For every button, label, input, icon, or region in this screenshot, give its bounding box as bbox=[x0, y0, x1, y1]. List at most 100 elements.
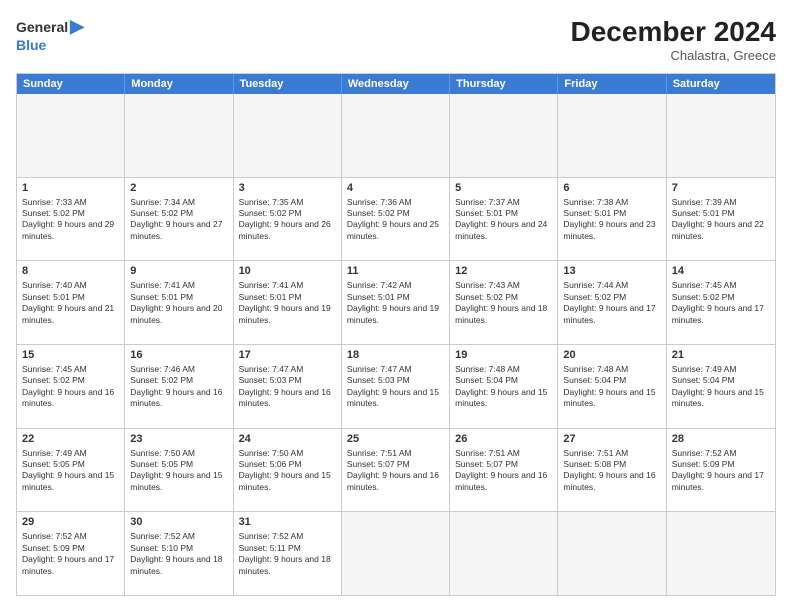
day-info: Sunrise: 7:50 AMSunset: 5:05 PMDaylight:… bbox=[130, 448, 227, 494]
cal-cell-0-6 bbox=[667, 94, 775, 177]
cal-cell-1-3: 4Sunrise: 7:36 AMSunset: 5:02 PMDaylight… bbox=[342, 178, 450, 261]
day-info: Sunrise: 7:35 AMSunset: 5:02 PMDaylight:… bbox=[239, 197, 336, 243]
cal-cell-3-5: 20Sunrise: 7:48 AMSunset: 5:04 PMDayligh… bbox=[558, 345, 666, 428]
day-number: 6 bbox=[563, 181, 660, 196]
logo-blue: Blue bbox=[16, 37, 84, 53]
subtitle: Chalastra, Greece bbox=[571, 48, 776, 63]
day-number: 15 bbox=[22, 348, 119, 363]
day-number: 24 bbox=[239, 432, 336, 447]
title-section: December 2024 Chalastra, Greece bbox=[571, 16, 776, 63]
day-info: Sunrise: 7:45 AMSunset: 5:02 PMDaylight:… bbox=[22, 364, 119, 410]
day-number: 21 bbox=[672, 348, 770, 363]
day-number: 7 bbox=[672, 181, 770, 196]
cal-cell-4-2: 24Sunrise: 7:50 AMSunset: 5:06 PMDayligh… bbox=[234, 429, 342, 512]
cal-cell-0-0 bbox=[17, 94, 125, 177]
day-info: Sunrise: 7:48 AMSunset: 5:04 PMDaylight:… bbox=[563, 364, 660, 410]
cal-cell-1-0: 1Sunrise: 7:33 AMSunset: 5:02 PMDaylight… bbox=[17, 178, 125, 261]
day-number: 2 bbox=[130, 181, 227, 196]
cal-cell-1-4: 5Sunrise: 7:37 AMSunset: 5:01 PMDaylight… bbox=[450, 178, 558, 261]
cal-cell-4-0: 22Sunrise: 7:49 AMSunset: 5:05 PMDayligh… bbox=[17, 429, 125, 512]
cal-cell-5-3 bbox=[342, 512, 450, 595]
calendar-header: Sunday Monday Tuesday Wednesday Thursday… bbox=[17, 74, 775, 94]
day-number: 17 bbox=[239, 348, 336, 363]
day-number: 22 bbox=[22, 432, 119, 447]
day-info: Sunrise: 7:43 AMSunset: 5:02 PMDaylight:… bbox=[455, 280, 552, 326]
cal-cell-4-6: 28Sunrise: 7:52 AMSunset: 5:09 PMDayligh… bbox=[667, 429, 775, 512]
cal-cell-0-1 bbox=[125, 94, 233, 177]
cal-cell-1-2: 3Sunrise: 7:35 AMSunset: 5:02 PMDaylight… bbox=[234, 178, 342, 261]
day-info: Sunrise: 7:51 AMSunset: 5:07 PMDaylight:… bbox=[455, 448, 552, 494]
cal-cell-3-3: 18Sunrise: 7:47 AMSunset: 5:03 PMDayligh… bbox=[342, 345, 450, 428]
day-number: 20 bbox=[563, 348, 660, 363]
day-number: 12 bbox=[455, 264, 552, 279]
logo-general: General bbox=[16, 19, 68, 35]
day-info: Sunrise: 7:52 AMSunset: 5:11 PMDaylight:… bbox=[239, 531, 336, 577]
day-number: 18 bbox=[347, 348, 444, 363]
day-info: Sunrise: 7:38 AMSunset: 5:01 PMDaylight:… bbox=[563, 197, 660, 243]
cal-cell-5-0: 29Sunrise: 7:52 AMSunset: 5:09 PMDayligh… bbox=[17, 512, 125, 595]
day-info: Sunrise: 7:46 AMSunset: 5:02 PMDaylight:… bbox=[130, 364, 227, 410]
cal-cell-3-1: 16Sunrise: 7:46 AMSunset: 5:02 PMDayligh… bbox=[125, 345, 233, 428]
cal-cell-2-3: 11Sunrise: 7:42 AMSunset: 5:01 PMDayligh… bbox=[342, 261, 450, 344]
day-info: Sunrise: 7:39 AMSunset: 5:01 PMDaylight:… bbox=[672, 197, 770, 243]
day-number: 5 bbox=[455, 181, 552, 196]
week-row-4: 22Sunrise: 7:49 AMSunset: 5:05 PMDayligh… bbox=[17, 429, 775, 513]
header-sunday: Sunday bbox=[17, 74, 125, 94]
cal-cell-4-3: 25Sunrise: 7:51 AMSunset: 5:07 PMDayligh… bbox=[342, 429, 450, 512]
day-number: 27 bbox=[563, 432, 660, 447]
cal-cell-1-6: 7Sunrise: 7:39 AMSunset: 5:01 PMDaylight… bbox=[667, 178, 775, 261]
day-number: 1 bbox=[22, 181, 119, 196]
day-info: Sunrise: 7:34 AMSunset: 5:02 PMDaylight:… bbox=[130, 197, 227, 243]
day-number: 3 bbox=[239, 181, 336, 196]
day-number: 11 bbox=[347, 264, 444, 279]
day-number: 14 bbox=[672, 264, 770, 279]
cal-cell-5-4 bbox=[450, 512, 558, 595]
day-info: Sunrise: 7:49 AMSunset: 5:05 PMDaylight:… bbox=[22, 448, 119, 494]
day-number: 31 bbox=[239, 515, 336, 530]
cal-cell-2-5: 13Sunrise: 7:44 AMSunset: 5:02 PMDayligh… bbox=[558, 261, 666, 344]
day-info: Sunrise: 7:52 AMSunset: 5:10 PMDaylight:… bbox=[130, 531, 227, 577]
cal-cell-3-6: 21Sunrise: 7:49 AMSunset: 5:04 PMDayligh… bbox=[667, 345, 775, 428]
logo: General ▶ Blue bbox=[16, 16, 84, 53]
day-number: 28 bbox=[672, 432, 770, 447]
cal-cell-2-1: 9Sunrise: 7:41 AMSunset: 5:01 PMDaylight… bbox=[125, 261, 233, 344]
day-number: 19 bbox=[455, 348, 552, 363]
header-monday: Monday bbox=[125, 74, 233, 94]
page: General ▶ Blue December 2024 Chalastra, … bbox=[0, 0, 792, 612]
calendar-body: 1Sunrise: 7:33 AMSunset: 5:02 PMDaylight… bbox=[17, 94, 775, 595]
day-info: Sunrise: 7:48 AMSunset: 5:04 PMDaylight:… bbox=[455, 364, 552, 410]
day-number: 9 bbox=[130, 264, 227, 279]
cal-cell-4-1: 23Sunrise: 7:50 AMSunset: 5:05 PMDayligh… bbox=[125, 429, 233, 512]
day-number: 13 bbox=[563, 264, 660, 279]
day-info: Sunrise: 7:44 AMSunset: 5:02 PMDaylight:… bbox=[563, 280, 660, 326]
day-number: 25 bbox=[347, 432, 444, 447]
day-info: Sunrise: 7:40 AMSunset: 5:01 PMDaylight:… bbox=[22, 280, 119, 326]
cal-cell-4-4: 26Sunrise: 7:51 AMSunset: 5:07 PMDayligh… bbox=[450, 429, 558, 512]
cal-cell-5-2: 31Sunrise: 7:52 AMSunset: 5:11 PMDayligh… bbox=[234, 512, 342, 595]
cal-cell-1-5: 6Sunrise: 7:38 AMSunset: 5:01 PMDaylight… bbox=[558, 178, 666, 261]
day-info: Sunrise: 7:51 AMSunset: 5:07 PMDaylight:… bbox=[347, 448, 444, 494]
cal-cell-4-5: 27Sunrise: 7:51 AMSunset: 5:08 PMDayligh… bbox=[558, 429, 666, 512]
day-number: 16 bbox=[130, 348, 227, 363]
week-row-2: 8Sunrise: 7:40 AMSunset: 5:01 PMDaylight… bbox=[17, 261, 775, 345]
cal-cell-3-0: 15Sunrise: 7:45 AMSunset: 5:02 PMDayligh… bbox=[17, 345, 125, 428]
day-number: 10 bbox=[239, 264, 336, 279]
week-row-0 bbox=[17, 94, 775, 178]
cal-cell-2-0: 8Sunrise: 7:40 AMSunset: 5:01 PMDaylight… bbox=[17, 261, 125, 344]
day-info: Sunrise: 7:33 AMSunset: 5:02 PMDaylight:… bbox=[22, 197, 119, 243]
week-row-3: 15Sunrise: 7:45 AMSunset: 5:02 PMDayligh… bbox=[17, 345, 775, 429]
header-friday: Friday bbox=[558, 74, 666, 94]
day-info: Sunrise: 7:41 AMSunset: 5:01 PMDaylight:… bbox=[130, 280, 227, 326]
day-number: 30 bbox=[130, 515, 227, 530]
logo-arrow-icon: ▶ bbox=[70, 16, 84, 37]
cal-cell-0-3 bbox=[342, 94, 450, 177]
header: General ▶ Blue December 2024 Chalastra, … bbox=[16, 16, 776, 63]
cal-cell-0-4 bbox=[450, 94, 558, 177]
day-info: Sunrise: 7:37 AMSunset: 5:01 PMDaylight:… bbox=[455, 197, 552, 243]
calendar: Sunday Monday Tuesday Wednesday Thursday… bbox=[16, 73, 776, 596]
week-row-1: 1Sunrise: 7:33 AMSunset: 5:02 PMDaylight… bbox=[17, 178, 775, 262]
day-info: Sunrise: 7:36 AMSunset: 5:02 PMDaylight:… bbox=[347, 197, 444, 243]
day-number: 26 bbox=[455, 432, 552, 447]
cal-cell-1-1: 2Sunrise: 7:34 AMSunset: 5:02 PMDaylight… bbox=[125, 178, 233, 261]
header-tuesday: Tuesday bbox=[234, 74, 342, 94]
